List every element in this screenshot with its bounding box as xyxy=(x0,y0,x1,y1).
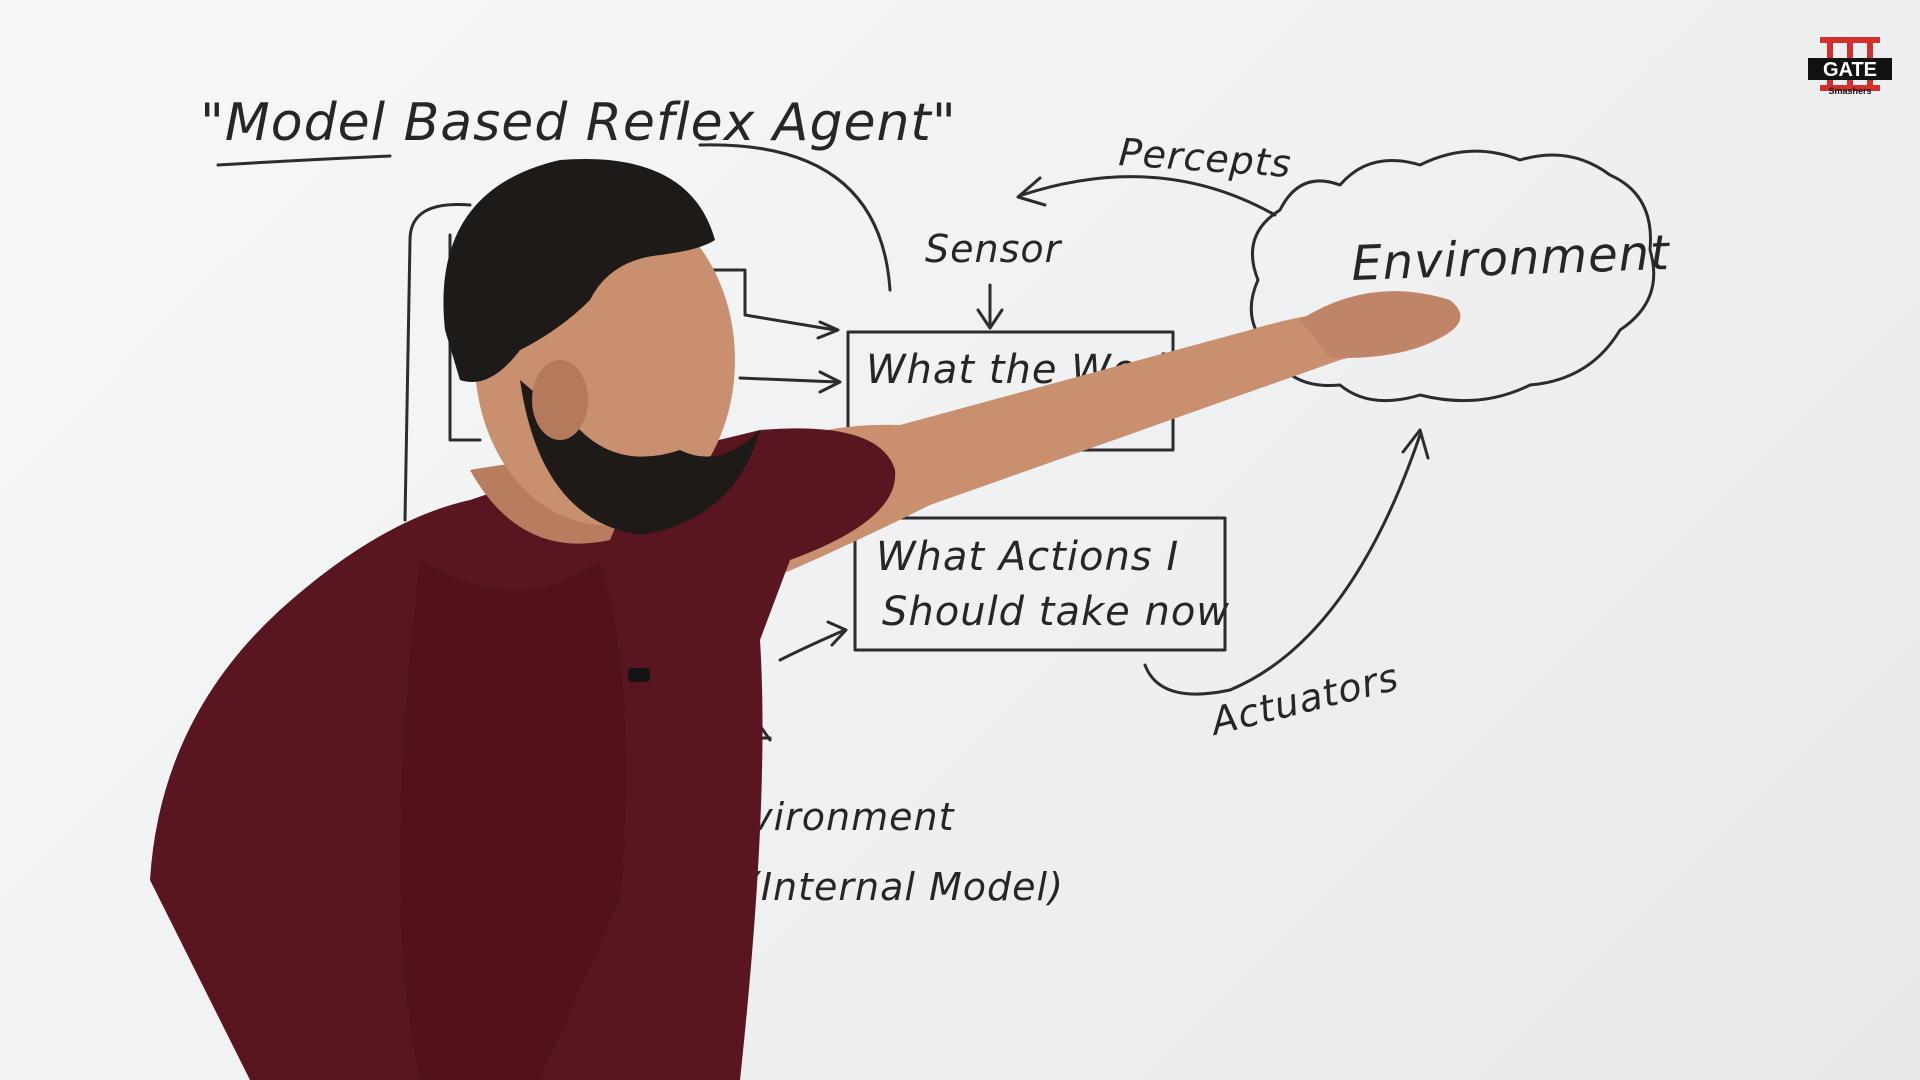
actuators-arrow xyxy=(1143,433,1422,696)
actuators-label: Actuators xyxy=(1204,655,1404,745)
logo-main-text: GATE xyxy=(1823,59,1877,81)
video-frame: "Model Based Reflex Agent" What the Worl… xyxy=(0,0,1920,1080)
action-box-line2: Should take now xyxy=(882,589,1230,635)
feedback-loop-arc xyxy=(698,143,892,292)
internal-model-line2: (Internal Model) xyxy=(745,865,1064,909)
action-box-line1: What Actions I xyxy=(876,534,1179,580)
rules-connector xyxy=(738,376,840,384)
environment-label: Environment xyxy=(1350,225,1671,292)
percepts-arrow xyxy=(1020,175,1277,217)
whiteboard: "Model Based Reflex Agent" What the Worl… xyxy=(150,37,1892,1080)
channel-logo: GATE Smashers xyxy=(1808,37,1892,96)
title-underline xyxy=(216,154,392,167)
title-text: "Model Based Reflex Agent" xyxy=(200,93,957,153)
presenter-ear xyxy=(532,360,588,440)
lapel-mic-icon xyxy=(628,668,650,682)
action-connector xyxy=(778,628,847,662)
logo-sub-text: Smashers xyxy=(1828,86,1871,96)
presenter-hand xyxy=(1300,291,1461,359)
presenter xyxy=(150,159,1461,1080)
sensor-label: Sensor xyxy=(925,227,1063,271)
